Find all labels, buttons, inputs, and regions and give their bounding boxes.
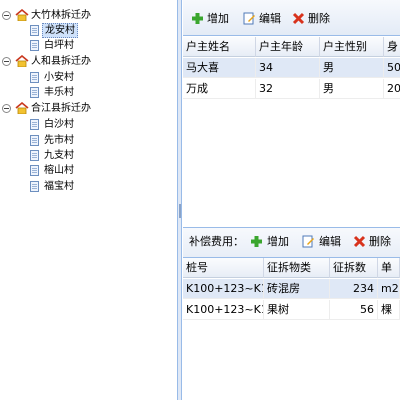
column-header[interactable]: 征拆数 (330, 258, 378, 278)
village-document-icon (30, 165, 39, 176)
owner-panel: 增加 编辑 删除 户主姓名 户主年龄 户主性别 身 马大喜 34 男 50 万成… (183, 0, 400, 228)
quantity-cell: 234 (330, 279, 378, 299)
collapse-toggle-icon[interactable] (2, 104, 11, 113)
add-icon[interactable] (250, 235, 263, 248)
owner-edit-button[interactable]: 编辑 (259, 12, 281, 26)
owner-age-cell: 34 (256, 58, 320, 78)
delete-icon[interactable] (292, 12, 305, 25)
column-header[interactable]: 征拆物类 (264, 258, 330, 278)
tree-item-label: 龙安村 (42, 23, 78, 38)
item-type-cell: 果树 (264, 300, 330, 320)
office-house-icon (15, 102, 29, 114)
splitter-grip-icon[interactable] (179, 204, 181, 218)
village-document-icon (30, 119, 39, 130)
item-type-cell: 砖混房 (264, 279, 330, 299)
column-header[interactable]: 单 (378, 258, 400, 278)
column-header[interactable]: 身 (384, 37, 400, 57)
compensation-toolbar: 补偿费用： 增加 编辑 删除 (183, 228, 400, 258)
edit-icon[interactable] (243, 12, 256, 25)
stake-cell: K100+123~K10 (183, 300, 264, 320)
collapse-toggle-icon[interactable] (2, 57, 11, 66)
owner-delete-button[interactable]: 删除 (308, 12, 330, 26)
tree-item-label: 白坪村 (44, 40, 74, 51)
compensation-delete-button[interactable]: 删除 (369, 235, 391, 249)
district-tree-panel: 大竹林拆迁办 龙安村 白坪村 人和县拆迁办 小安村 丰乐村 合江县拆迁办 白沙村… (0, 0, 178, 400)
village-document-icon (30, 150, 39, 161)
tree-item-label: 福宝村 (44, 181, 74, 192)
tree-item-xianshi[interactable]: 先市村 (30, 134, 170, 147)
tree-group-label: 大竹林拆迁办 (31, 10, 91, 21)
owner-toolbar: 增加 编辑 删除 (183, 0, 400, 36)
village-document-icon (30, 40, 39, 51)
village-document-icon (30, 87, 39, 98)
panel-splitter[interactable] (178, 0, 182, 400)
table-row[interactable]: 马大喜 34 男 50 (183, 58, 400, 78)
edit-icon[interactable] (302, 235, 315, 248)
compensation-grid-header: 桩号 征拆物类 征拆数 单 (183, 258, 400, 278)
column-header[interactable]: 户主年龄 (256, 37, 320, 57)
compensation-title: 补偿费用： (189, 235, 244, 248)
table-row[interactable]: K100+123~K10 果树 56 棵 (183, 300, 400, 320)
delete-icon[interactable] (353, 235, 366, 248)
compensation-panel: 补偿费用： 增加 编辑 删除 桩号 征拆物类 征拆数 单 K100+123~K1… (183, 228, 400, 400)
add-icon[interactable] (191, 12, 204, 25)
compensation-edit-button[interactable]: 编辑 (319, 235, 341, 249)
tree-node-group-1[interactable]: 人和县拆迁办 (0, 55, 170, 68)
tree-item-baisha[interactable]: 白沙村 (30, 118, 170, 131)
owner-age-cell: 32 (256, 79, 320, 99)
owner-grid-header: 户主姓名 户主年龄 户主性别 身 (183, 37, 400, 57)
tree-node-group-0[interactable]: 大竹林拆迁办 (0, 9, 170, 22)
village-document-icon (30, 72, 39, 83)
tree-item-label: 榕山村 (44, 165, 74, 176)
tree-item-label: 白沙村 (44, 119, 74, 130)
tree-group-label: 合江县拆迁办 (31, 103, 91, 114)
column-header[interactable]: 桩号 (183, 258, 264, 278)
owner-gender-cell: 男 (320, 58, 384, 78)
tree-item-label: 丰乐村 (44, 87, 74, 98)
tree-item-jiuzhi[interactable]: 九支村 (30, 149, 170, 162)
tree-item-longan[interactable]: 龙安村 (30, 23, 170, 38)
owner-extra-cell: 50 (384, 58, 400, 78)
table-row[interactable]: 万成 32 男 20 (183, 79, 400, 99)
village-document-icon (30, 25, 39, 36)
office-house-icon (15, 9, 29, 21)
column-header[interactable]: 户主性别 (320, 37, 384, 57)
stake-cell: K100+123~K10 (183, 279, 264, 299)
owner-add-button[interactable]: 增加 (207, 12, 229, 26)
owner-extra-cell: 20 (384, 79, 400, 99)
village-document-icon (30, 135, 39, 146)
collapse-toggle-icon[interactable] (2, 11, 11, 20)
column-header[interactable]: 户主姓名 (183, 37, 256, 57)
office-house-icon (15, 55, 29, 67)
quantity-cell: 56 (330, 300, 378, 320)
unit-cell: m2 (378, 279, 400, 299)
tree-item-label: 小安村 (44, 72, 74, 83)
tree-item-baiping[interactable]: 白坪村 (30, 39, 170, 52)
owner-gender-cell: 男 (320, 79, 384, 99)
tree-node-group-2[interactable]: 合江县拆迁办 (0, 102, 170, 115)
tree-item-xiaoan[interactable]: 小安村 (30, 71, 170, 84)
owner-name-cell: 马大喜 (183, 58, 256, 78)
tree-item-fengle[interactable]: 丰乐村 (30, 86, 170, 99)
tree-item-rongshan[interactable]: 榕山村 (30, 164, 170, 177)
village-document-icon (30, 181, 39, 192)
tree-item-label: 先市村 (44, 135, 74, 146)
owner-name-cell: 万成 (183, 79, 256, 99)
table-row[interactable]: K100+123~K10 砖混房 234 m2 (183, 279, 400, 299)
tree-item-fubao[interactable]: 福宝村 (30, 180, 170, 193)
tree-group-label: 人和县拆迁办 (31, 56, 91, 67)
tree-item-label: 九支村 (44, 150, 74, 161)
compensation-add-button[interactable]: 增加 (267, 235, 289, 249)
unit-cell: 棵 (378, 300, 400, 320)
